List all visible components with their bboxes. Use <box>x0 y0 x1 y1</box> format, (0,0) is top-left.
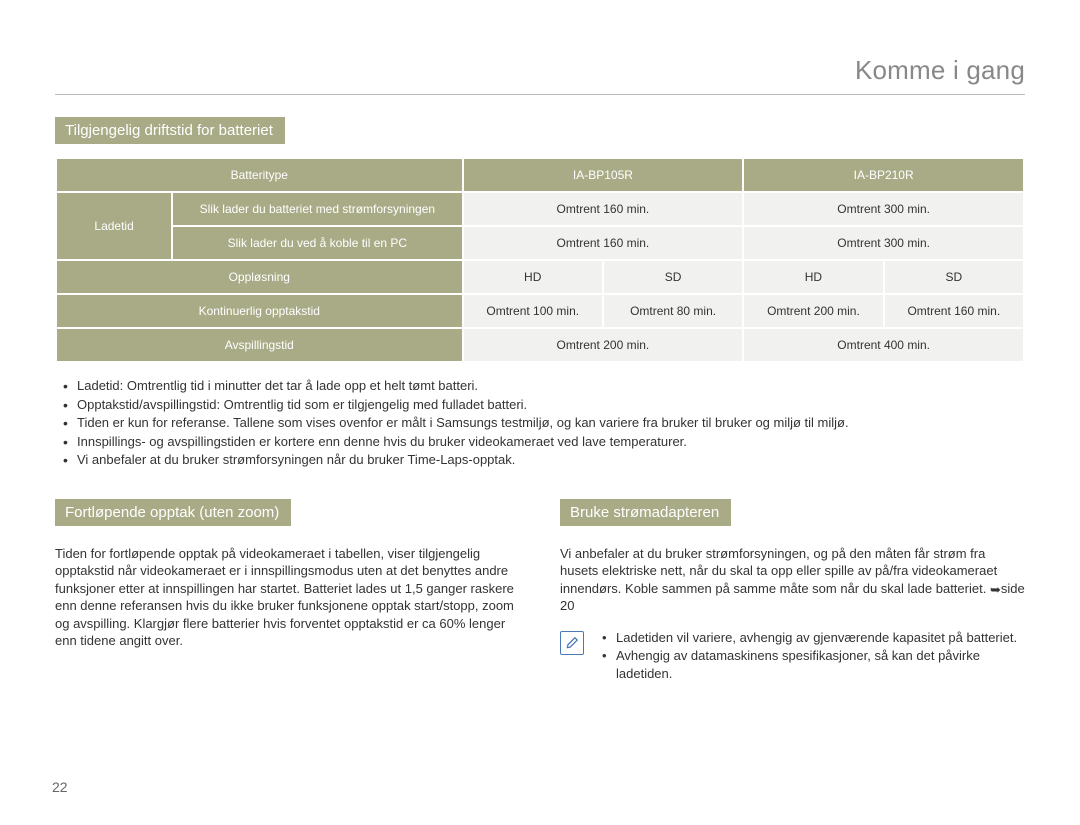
arrow-right-icon: ➥ <box>990 581 1001 599</box>
th-bp105r: IA-BP105R <box>463 158 744 192</box>
th-charge-time: Ladetid <box>56 192 172 260</box>
info-callout: Ladetiden vil variere, avhengig av gjenv… <box>560 629 1025 684</box>
list-item: Ladetid: Omtrentlig tid i minutter det t… <box>77 377 1025 395</box>
page-number: 22 <box>52 779 68 795</box>
cell-cont-105-sd: Omtrent 80 min. <box>603 294 743 328</box>
cell-charge-pc-210: Omtrent 300 min. <box>743 226 1024 260</box>
cell-res-105-sd: SD <box>603 260 743 294</box>
th-continuous: Kontinuerlig opptakstid <box>56 294 463 328</box>
section-continuous-recording: Fortløpende opptak (uten zoom) Tiden for… <box>55 499 520 684</box>
list-item: Innspillings- og avspillingstiden er kor… <box>77 433 1025 451</box>
battery-runtime-table: Batteritype IA-BP105R IA-BP210R Ladetid … <box>55 157 1025 363</box>
th-resolution: Oppløsning <box>56 260 463 294</box>
list-item: Vi anbefaler at du bruker strømforsyning… <box>77 451 1025 469</box>
note-icon <box>560 631 584 655</box>
cell-cont-210-hd: Omtrent 200 min. <box>743 294 883 328</box>
section-heading-adapter: Bruke strømadapteren <box>560 499 731 526</box>
cell-charge-pc-105: Omtrent 160 min. <box>463 226 744 260</box>
cell-res-210-hd: HD <box>743 260 883 294</box>
cell-res-210-sd: SD <box>884 260 1024 294</box>
section-heading-continuous: Fortløpende opptak (uten zoom) <box>55 499 291 526</box>
cell-charge-ps-210: Omtrent 300 min. <box>743 192 1024 226</box>
notes-list: Ladetid: Omtrentlig tid i minutter det t… <box>55 377 1025 469</box>
cell-charge-ps-105: Omtrent 160 min. <box>463 192 744 226</box>
list-item: Avhengig av datamaskinens spesifikasjone… <box>616 647 1025 682</box>
th-charge-ps: Slik lader du batteriet med strømforsyni… <box>172 192 462 226</box>
adapter-body-text: Vi anbefaler at du bruker strømforsyning… <box>560 546 997 596</box>
two-column-layout: Fortløpende opptak (uten zoom) Tiden for… <box>55 499 1025 684</box>
page-title: Komme i gang <box>55 55 1025 94</box>
th-playback: Avspillingstid <box>56 328 463 362</box>
list-item: Ladetiden vil variere, avhengig av gjenv… <box>616 629 1025 647</box>
manual-page: Komme i gang Tilgjengelig driftstid for … <box>0 0 1080 825</box>
cell-play-105: Omtrent 200 min. <box>463 328 744 362</box>
cell-res-105-hd: HD <box>463 260 603 294</box>
cell-cont-105-hd: Omtrent 100 min. <box>463 294 603 328</box>
header-divider <box>55 94 1025 95</box>
th-battery-type: Batteritype <box>56 158 463 192</box>
cell-play-210: Omtrent 400 min. <box>743 328 1024 362</box>
continuous-body: Tiden for fortløpende opptak på videokam… <box>55 545 520 650</box>
list-item: Tiden er kun for referanse. Tallene som … <box>77 414 1025 432</box>
th-charge-pc: Slik lader du ved å koble til en PC <box>172 226 462 260</box>
section-heading-runtime: Tilgjengelig driftstid for batteriet <box>55 117 285 144</box>
section-runtime: Tilgjengelig driftstid for batteriet Bat… <box>55 117 1025 469</box>
adapter-body: Vi anbefaler at du bruker strømforsyning… <box>560 545 1025 615</box>
list-item: Opptakstid/avspillingstid: Omtrentlig ti… <box>77 396 1025 414</box>
th-bp210r: IA-BP210R <box>743 158 1024 192</box>
info-list: Ladetiden vil variere, avhengig av gjenv… <box>598 629 1025 684</box>
cell-cont-210-sd: Omtrent 160 min. <box>884 294 1024 328</box>
section-power-adapter: Bruke strømadapteren Vi anbefaler at du … <box>560 499 1025 684</box>
